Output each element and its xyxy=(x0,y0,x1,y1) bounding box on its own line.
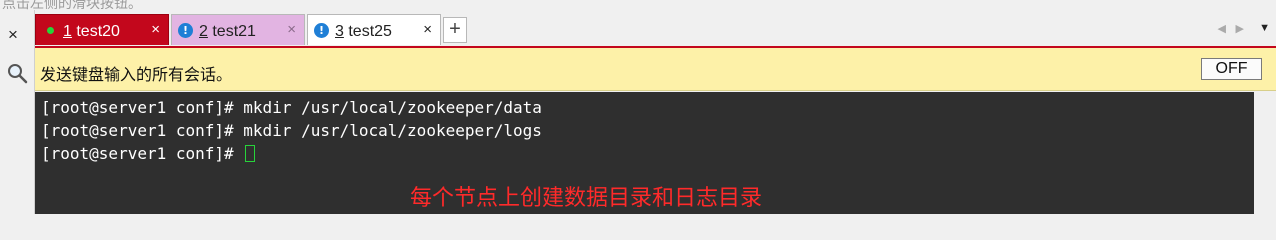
tab-close-icon[interactable]: × xyxy=(151,21,160,38)
tab-test25[interactable]: ! 3 test25 × xyxy=(307,14,441,45)
terminal-scrollbar[interactable] xyxy=(1254,92,1276,214)
green-dot-icon xyxy=(47,27,54,34)
scroll-tabs-left-icon[interactable]: ◀ xyxy=(1218,22,1226,35)
tab-test21[interactable]: ! 2 test21 × xyxy=(171,14,305,45)
tab-close-icon[interactable]: × xyxy=(287,21,296,38)
off-toggle-button[interactable]: OFF xyxy=(1201,58,1262,80)
info-icon: ! xyxy=(178,23,193,38)
top-hint-text: 点击左侧的滑块按钮。 xyxy=(2,0,142,10)
annotation-text: 每个节点上创建数据目录和日志目录 xyxy=(410,186,763,211)
send-keys-banner: 发送键盘输入的所有会话。 OFF xyxy=(35,48,1276,91)
left-column: × xyxy=(0,10,35,214)
search-icon[interactable] xyxy=(6,62,28,84)
terminal-pane[interactable]: [root@server1 conf]# mkdir /usr/local/zo… xyxy=(35,92,1254,214)
tab-close-icon[interactable]: × xyxy=(423,21,432,38)
info-icon: ! xyxy=(314,23,329,38)
add-tab-button[interactable]: + xyxy=(443,17,467,43)
tab-label: 2 test21 xyxy=(199,23,256,40)
cursor-icon xyxy=(245,145,256,162)
terminal-line: [root@server1 conf]# mkdir /usr/local/zo… xyxy=(41,121,542,140)
tab-label: 3 test25 xyxy=(335,23,392,40)
terminal-prompt-line: [root@server1 conf]# xyxy=(41,144,256,163)
banner-text: 发送键盘输入的所有会话。 xyxy=(40,65,233,84)
tab-test20[interactable]: 1 test20 × xyxy=(35,14,169,45)
tab-label: 1 test20 xyxy=(63,23,120,40)
tab-bar: 1 test20 × ! 2 test21 × ! 3 test25 × + ◀… xyxy=(35,13,1276,47)
terminal-line: [root@server1 conf]# mkdir /usr/local/zo… xyxy=(41,98,542,117)
tab-list-dropdown-icon[interactable]: ▼ xyxy=(1259,22,1270,34)
top-hint-strip: 点击左侧的滑块按钮。 xyxy=(0,0,1276,10)
close-icon[interactable]: × xyxy=(8,26,18,43)
scroll-tabs-right-icon[interactable]: ▶ xyxy=(1236,22,1244,35)
